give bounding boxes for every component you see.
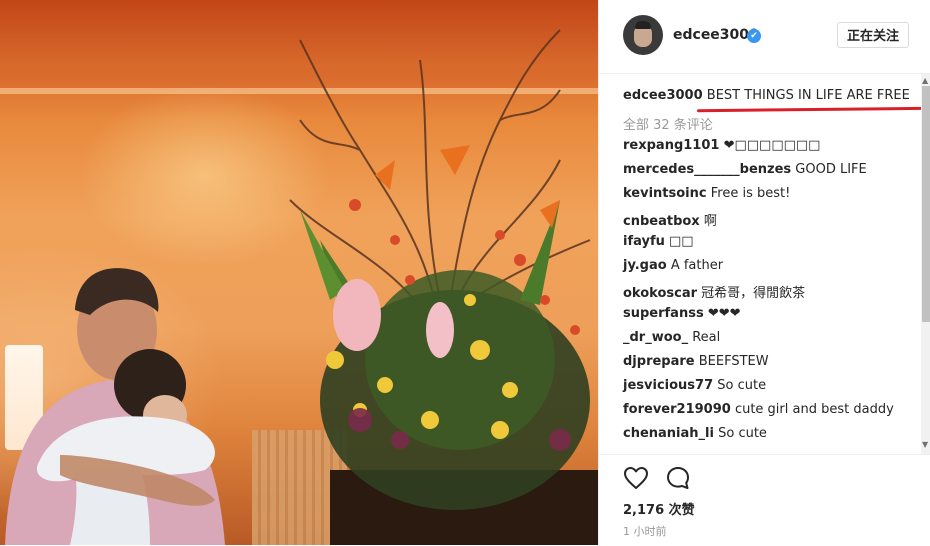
comment-item: jy.gao A father <box>623 258 723 273</box>
post-username[interactable]: edcee3000 <box>673 27 759 43</box>
post-actions: 2,176 次赞 1 小时前 <box>599 454 930 546</box>
comment-username[interactable]: rexpang1101 <box>623 138 719 153</box>
comment-item: cnbeatbox 啊 <box>623 210 717 229</box>
comment-username[interactable]: mercedes_______benzes <box>623 162 791 177</box>
view-all-comments-link[interactable]: 全部 32 条评论 <box>623 114 713 133</box>
comment-text: ❤□□□□□□□ <box>723 138 821 153</box>
comment-username[interactable]: jy.gao <box>623 258 667 273</box>
comment-username[interactable]: okokoscar <box>623 286 697 301</box>
heart-icon[interactable] <box>623 465 649 491</box>
comments-scrollbar[interactable]: ▲ ▼ <box>921 74 930 454</box>
comment-item: forever219090 cute girl and best daddy <box>623 402 894 417</box>
comment-username[interactable]: ifayfu <box>623 234 665 249</box>
comment-item: rexpang1101 ❤□□□□□□□ <box>623 138 820 153</box>
comment-username[interactable]: jesvicious77 <box>623 378 713 393</box>
scroll-up-arrow-icon[interactable]: ▲ <box>922 76 928 85</box>
annotation-underline <box>696 106 921 113</box>
comment-item: superfanss ❤❤❤ <box>623 306 741 321</box>
caption-username[interactable]: edcee3000 <box>623 88 703 103</box>
photo-illustration <box>5 29 591 545</box>
post-photo <box>0 0 598 545</box>
post-caption: edcee3000 BEST THINGS IN LIFE ARE FREE <box>623 88 910 103</box>
comment-item: okokoscar 冠希哥，得閒飲茶 <box>623 282 805 301</box>
comment-username[interactable]: djprepare <box>623 354 695 369</box>
comment-item: _dr_woo_ Real <box>623 330 720 345</box>
comment-username[interactable]: kevintsoinc <box>623 186 707 201</box>
post-timestamp: 1 小时前 <box>623 525 667 538</box>
comment-username[interactable]: superfanss <box>623 306 704 321</box>
like-count[interactable]: 2,176 次赞 <box>623 499 695 518</box>
comment-text: □□ <box>669 234 694 249</box>
comment-text: Real <box>692 330 721 345</box>
comment-username[interactable]: chenaniah_li <box>623 426 714 441</box>
comment-text: 啊 <box>703 214 717 229</box>
comments-list[interactable]: edcee3000 BEST THINGS IN LIFE ARE FREE 全… <box>599 74 921 454</box>
avatar[interactable] <box>623 15 663 55</box>
comment-text: So cute <box>718 426 767 441</box>
avatar-hair <box>635 21 651 29</box>
comment-text: GOOD LIFE <box>795 162 867 177</box>
comment-item: jesvicious77 So cute <box>623 378 766 393</box>
following-button[interactable]: 正在关注 <box>837 22 909 48</box>
post-header: edcee3000 ✔ 正在关注 <box>599 0 930 74</box>
comment-item: ifayfu □□ <box>623 234 694 249</box>
comment-item: chenaniah_li So cute <box>623 426 767 441</box>
speech-bubble-icon[interactable] <box>665 465 691 491</box>
post-side-panel: edcee3000 ✔ 正在关注 edcee3000 BEST THINGS I… <box>598 0 930 545</box>
comment-text: BEEFSTEW <box>698 354 769 369</box>
comment-username[interactable]: _dr_woo_ <box>623 330 688 345</box>
comment-text: 冠希哥，得閒飲茶 <box>701 286 806 301</box>
caption-text: BEST THINGS IN LIFE ARE FREE <box>706 88 910 103</box>
comment-username[interactable]: cnbeatbox <box>623 214 700 229</box>
comment-text: A father <box>670 258 724 273</box>
comment-item: kevintsoinc Free is best! <box>623 186 790 201</box>
comment-username[interactable]: forever219090 <box>623 402 731 417</box>
comment-text: ❤❤❤ <box>707 306 741 321</box>
comment-text: cute girl and best daddy <box>734 402 894 417</box>
photo-people <box>5 268 225 545</box>
comment-text: So cute <box>717 378 767 393</box>
comment-item: mercedes_______benzes GOOD LIFE <box>623 162 867 177</box>
comment-text: Free is best! <box>710 186 791 201</box>
scrollbar-thumb[interactable] <box>922 86 930 322</box>
comment-item: djprepare BEEFSTEW <box>623 354 769 369</box>
scroll-down-arrow-icon[interactable]: ▼ <box>922 440 928 449</box>
verified-badge-icon: ✔ <box>747 29 761 43</box>
